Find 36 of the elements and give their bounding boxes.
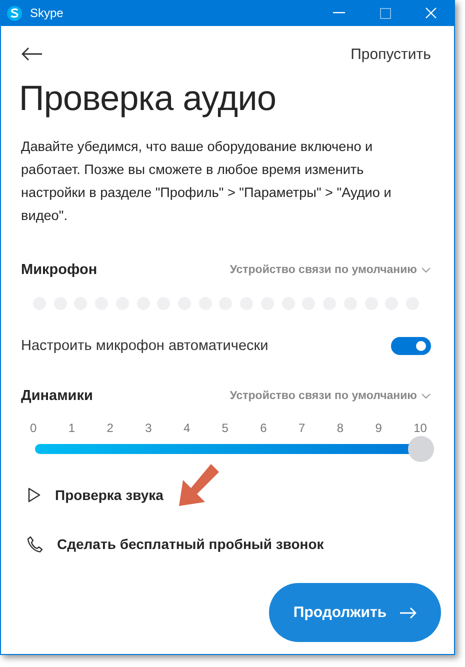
page-title: Проверка аудио xyxy=(19,79,278,119)
close-icon xyxy=(425,7,437,19)
scale-label: 8 xyxy=(336,421,344,435)
scale-label: 5 xyxy=(222,421,228,435)
scale-label: 1 xyxy=(68,421,76,435)
chevron-down-icon xyxy=(421,393,431,399)
window-title: Skype xyxy=(30,6,64,20)
continue-button[interactable]: Продолжить xyxy=(269,583,441,642)
arrow-right-icon xyxy=(398,606,417,618)
scale-label: 2 xyxy=(106,421,114,435)
app-logo-icon xyxy=(7,6,22,20)
slider-thumb[interactable] xyxy=(408,436,434,462)
play-icon xyxy=(27,487,41,503)
annotation-arrow-icon xyxy=(177,464,221,508)
scale-label: 6 xyxy=(260,421,267,435)
scale-label: 7 xyxy=(298,421,306,435)
phone-icon xyxy=(27,536,43,552)
skip-link[interactable]: Пропустить xyxy=(350,46,431,62)
toggle-switch[interactable] xyxy=(391,337,431,355)
back-arrow-icon[interactable] xyxy=(21,47,43,61)
section-label: Динамики xyxy=(21,388,93,404)
scale-label: 3 xyxy=(145,421,152,435)
scale-label: 9 xyxy=(375,421,382,435)
action-link[interactable]: Проверка звука xyxy=(55,487,164,503)
action-link[interactable]: Сделать бесплатный пробный звонок xyxy=(57,536,324,552)
device-dropdown[interactable]: Устройство связи по умолчанию xyxy=(230,264,431,276)
scale-label: 4 xyxy=(183,421,190,435)
scale-label: 0 xyxy=(30,421,37,435)
device-dropdown[interactable]: Устройство связи по умолчанию xyxy=(230,390,431,402)
scale-label: 10 xyxy=(414,421,427,435)
section-label: Микрофон xyxy=(21,262,98,278)
minimize-icon xyxy=(333,12,345,14)
toggle-label: Настроить микрофон автоматически xyxy=(21,338,268,354)
chevron-down-icon xyxy=(421,267,431,273)
description-text: Давайте убедимся, что ваше оборудование включено и работает. Позже вы сможете в любое время изменить настройки в разделе "Профиль" > "Параметры" > "Аудио и видео". xyxy=(21,138,392,225)
maximize-icon xyxy=(380,8,390,18)
